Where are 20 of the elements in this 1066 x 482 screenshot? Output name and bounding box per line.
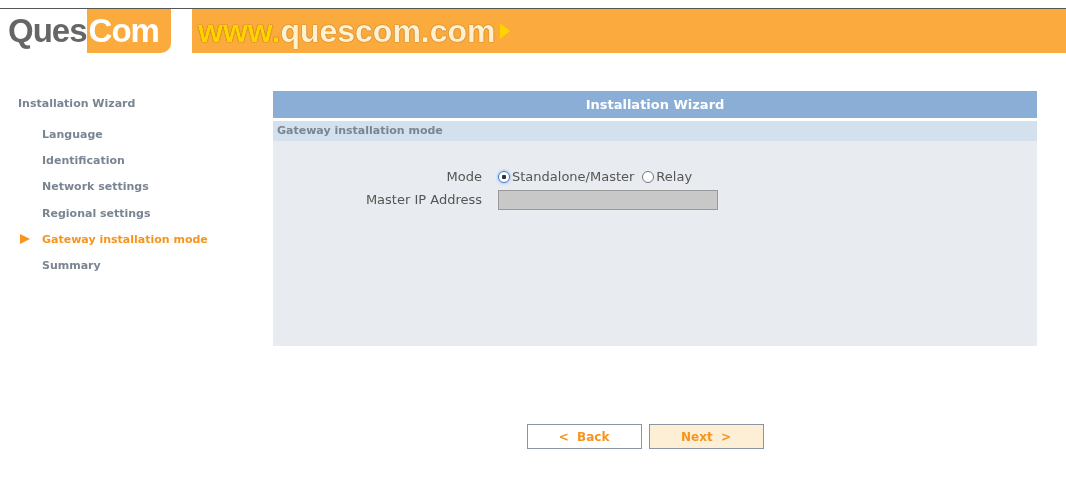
arrow-icon	[20, 234, 30, 245]
triangle-icon	[499, 23, 510, 39]
field-label: Mode	[445, 169, 483, 184]
radio-option[interactable]: Relay	[642, 169, 693, 184]
sidebar-item[interactable]: Network settings	[42, 180, 149, 194]
logo-text: Ques	[8, 12, 87, 50]
sidebar-item[interactable]: Language	[42, 127, 103, 141]
website-url: www.quescom.com	[198, 12, 496, 50]
radio-option[interactable]: Standalone/Master	[498, 169, 635, 184]
section-header: Gateway installation mode	[273, 121, 1037, 141]
sidebar-item[interactable]: Gateway installation mode	[42, 232, 208, 246]
sidebar-title: Installation Wizard	[18, 97, 137, 110]
nav-button[interactable]: < Back	[526, 424, 642, 449]
sidebar-item[interactable]: Regional settings	[42, 206, 151, 220]
sidebar-item[interactable]: Summary	[42, 259, 101, 273]
panel-title: Installation Wizard	[273, 91, 1037, 121]
sidebar-item[interactable]: Identification	[42, 153, 125, 167]
logo-text: Com	[86, 9, 171, 53]
nav-button[interactable]: Next >	[648, 424, 764, 449]
field-label: Master IP Address	[364, 192, 483, 207]
